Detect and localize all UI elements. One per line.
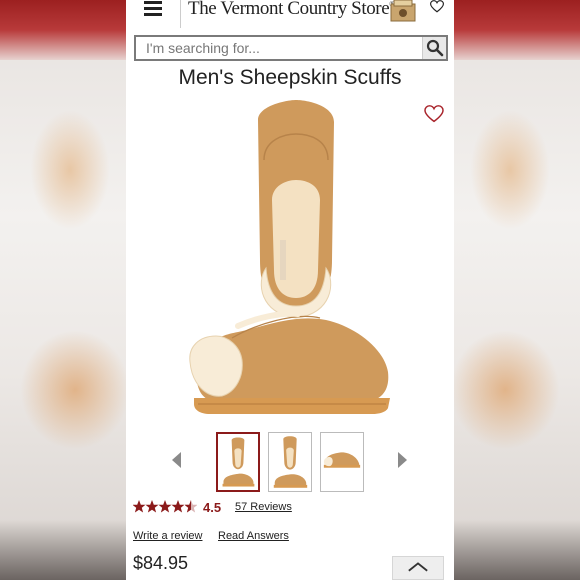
search-bar: I'm searching for... xyxy=(134,35,448,61)
heart-icon[interactable] xyxy=(430,0,444,13)
header-divider xyxy=(180,0,181,28)
search-input[interactable]: I'm searching for... xyxy=(146,40,260,56)
scroll-to-top-button[interactable] xyxy=(392,556,444,580)
product-image[interactable] xyxy=(186,100,396,418)
site-logo[interactable]: The Vermont Country Store® xyxy=(188,0,395,20)
site-header: The Vermont Country Store® xyxy=(126,0,454,30)
thumbnail-1[interactable] xyxy=(216,432,260,492)
thumbnail-carousel xyxy=(166,430,416,494)
thumbnail-3[interactable] xyxy=(320,432,364,492)
backdrop-blur-right xyxy=(450,330,560,450)
product-title: Men's Sheepskin Scuffs xyxy=(178,66,402,89)
slipper-top-view xyxy=(258,100,334,319)
read-answers-link[interactable]: Read Answers xyxy=(218,530,289,542)
thumbnail-2[interactable] xyxy=(268,432,312,492)
thumbnail-slipper-image xyxy=(323,452,361,468)
search-icon xyxy=(426,39,444,57)
chevron-left-icon[interactable] xyxy=(172,452,181,468)
catalog-icon[interactable] xyxy=(390,0,416,22)
search-button[interactable] xyxy=(422,37,446,59)
thumbnail-slipper-image xyxy=(273,436,308,488)
review-links: Write a review Read Answers xyxy=(133,530,433,546)
menu-icon[interactable] xyxy=(144,1,162,16)
backdrop-blur-right-upper xyxy=(470,110,550,230)
backdrop-blur-left xyxy=(20,330,130,450)
star-rating-icon xyxy=(133,500,197,513)
product-price: $84.95 xyxy=(133,553,189,573)
backdrop-blur-left-upper xyxy=(30,110,110,230)
write-review-link[interactable]: Write a review xyxy=(133,530,202,542)
product-rating: 4.5 57 Reviews xyxy=(133,500,433,516)
thumbnail-slipper-image xyxy=(222,437,255,487)
chevron-up-icon xyxy=(408,562,428,572)
chevron-right-icon[interactable] xyxy=(398,452,407,468)
reviews-link[interactable]: 57 Reviews xyxy=(235,501,292,513)
mobile-product-page: The Vermont Country Store® I'm searching… xyxy=(126,0,454,580)
slipper-side-view xyxy=(189,310,390,414)
heart-outline-icon[interactable] xyxy=(424,105,444,123)
rating-value: 4.5 xyxy=(203,500,222,515)
